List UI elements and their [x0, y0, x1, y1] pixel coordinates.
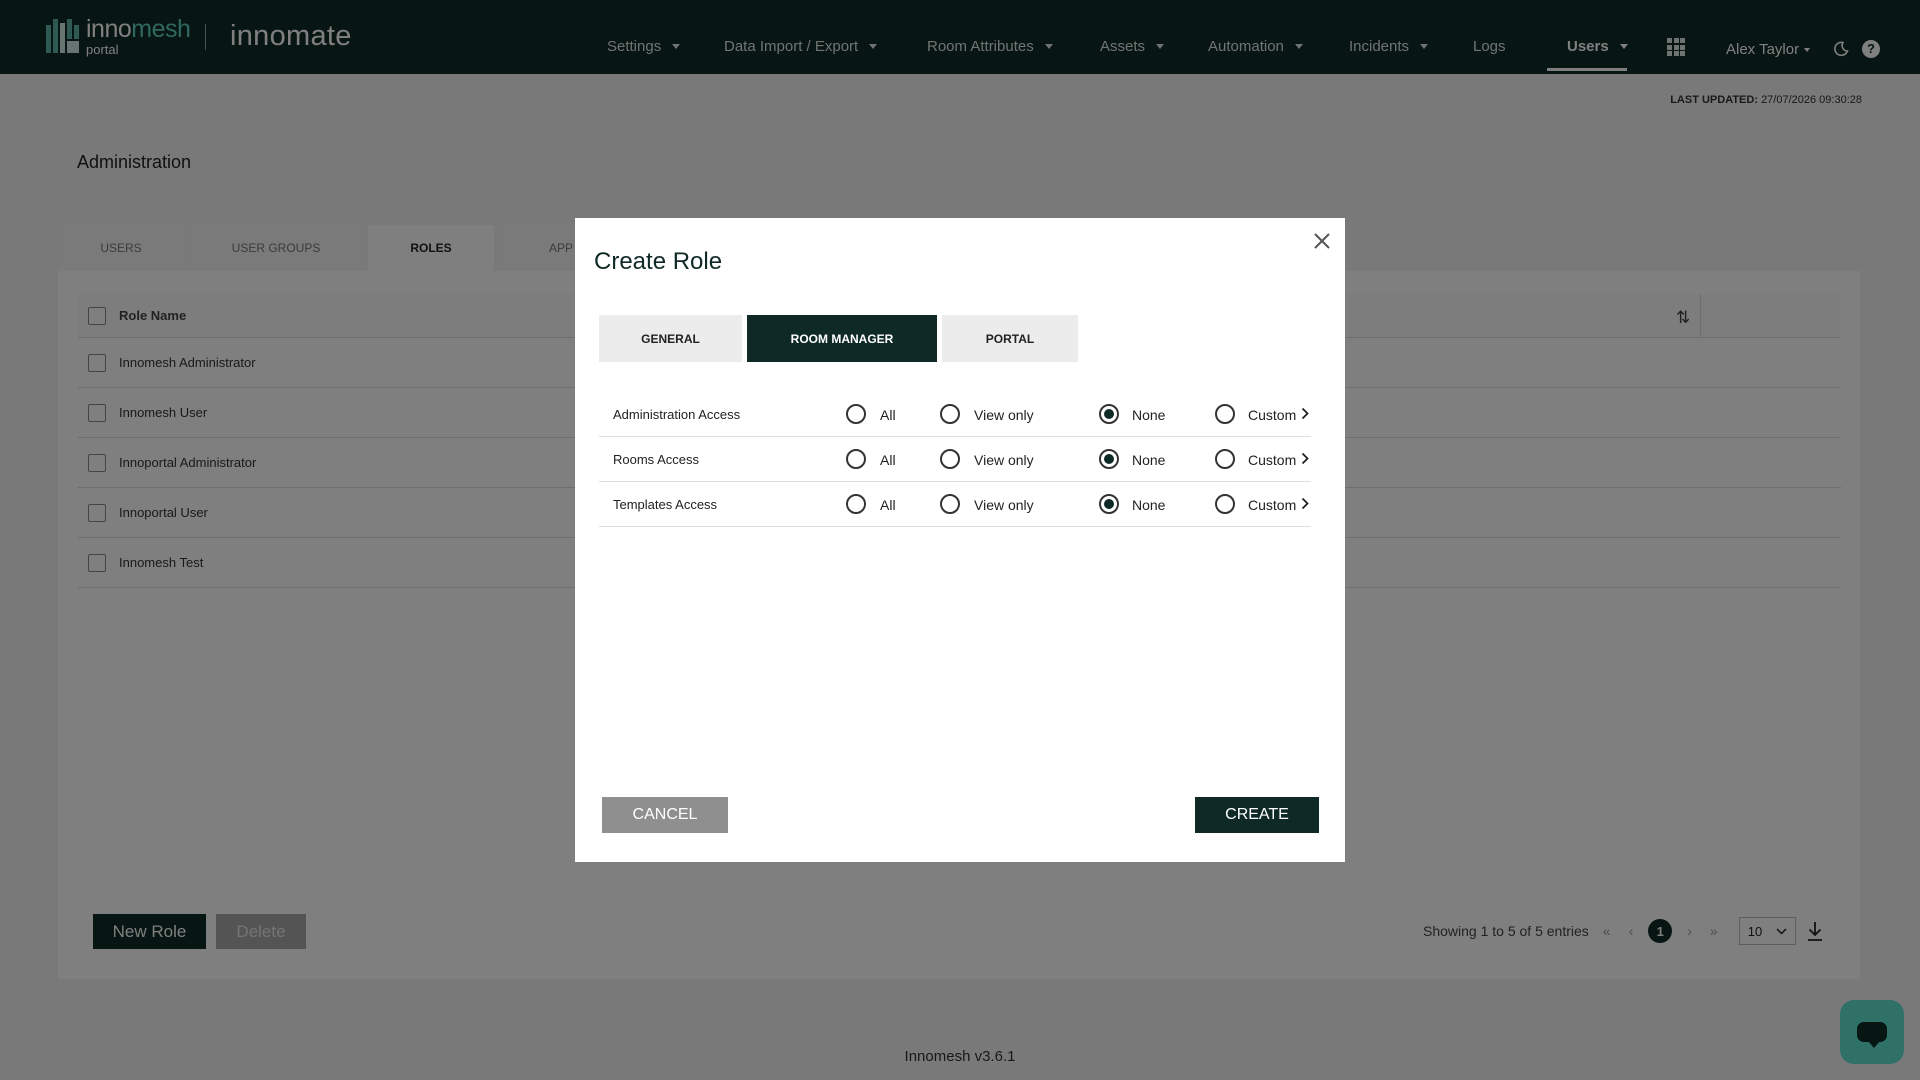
- tab-room-manager[interactable]: ROOM MANAGER: [747, 315, 937, 362]
- option-label-none: None: [1132, 452, 1166, 468]
- radio-none[interactable]: [1099, 404, 1119, 424]
- permission-row-templates: Templates Access All View only None Cust…: [599, 482, 1311, 527]
- option-label-all: All: [880, 407, 896, 423]
- radio-custom[interactable]: [1215, 404, 1235, 424]
- radio-view-only[interactable]: [940, 404, 960, 424]
- radio-none[interactable]: [1099, 449, 1119, 469]
- radio-custom[interactable]: [1215, 494, 1235, 514]
- option-label-all: All: [880, 452, 896, 468]
- option-label-custom: Custom: [1248, 497, 1297, 513]
- modal-tabs: GENERAL ROOM MANAGER PORTAL: [599, 315, 1078, 362]
- modal-title: Create Role: [594, 248, 723, 275]
- create-role-modal: Create Role GENERAL ROOM MANAGER PORTAL …: [575, 218, 1345, 862]
- cancel-button[interactable]: CANCEL: [602, 797, 728, 833]
- permission-row-rooms: Rooms Access All View only None Custom: [599, 437, 1311, 482]
- tab-portal[interactable]: PORTAL: [942, 315, 1078, 362]
- option-label-all: All: [880, 497, 896, 513]
- close-icon[interactable]: [1310, 229, 1334, 253]
- permission-label: Templates Access: [613, 497, 718, 512]
- radio-all[interactable]: [846, 449, 866, 469]
- option-label-view-only: View only: [974, 452, 1034, 468]
- permission-row-administration: Administration Access All View only None…: [599, 392, 1311, 437]
- chevron-right-icon[interactable]: [1301, 452, 1309, 465]
- tab-general[interactable]: GENERAL: [599, 315, 742, 362]
- permission-label: Administration Access: [613, 407, 741, 422]
- permission-label: Rooms Access: [613, 452, 699, 467]
- chevron-right-icon[interactable]: [1301, 497, 1309, 510]
- option-label-view-only: View only: [974, 407, 1034, 423]
- radio-view-only[interactable]: [940, 449, 960, 469]
- option-label-view-only: View only: [974, 497, 1034, 513]
- option-label-none: None: [1132, 407, 1166, 423]
- option-label-none: None: [1132, 497, 1166, 513]
- radio-view-only[interactable]: [940, 494, 960, 514]
- radio-all[interactable]: [846, 494, 866, 514]
- radio-custom[interactable]: [1215, 449, 1235, 469]
- option-label-custom: Custom: [1248, 452, 1297, 468]
- radio-all[interactable]: [846, 404, 866, 424]
- radio-none[interactable]: [1099, 494, 1119, 514]
- create-button[interactable]: CREATE: [1195, 797, 1319, 833]
- option-label-custom: Custom: [1248, 407, 1297, 423]
- chevron-right-icon[interactable]: [1301, 407, 1309, 420]
